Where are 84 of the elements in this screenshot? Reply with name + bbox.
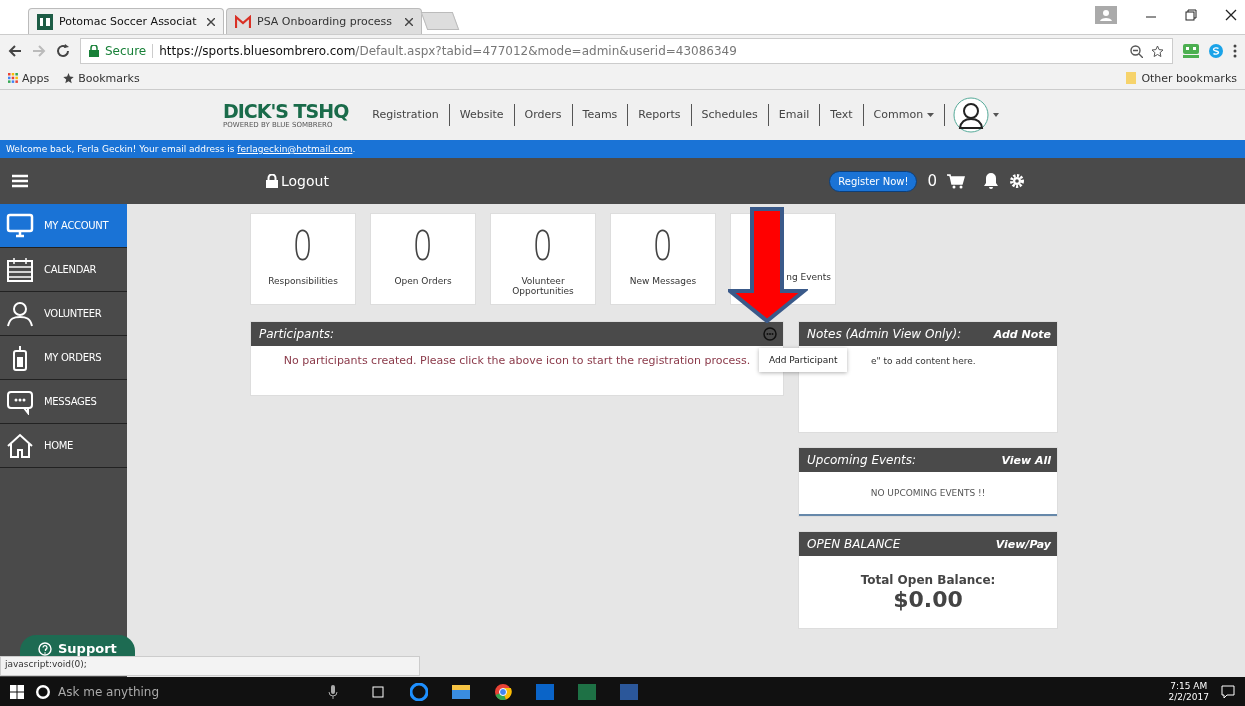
sidebar-item[interactable]: MY ORDERS [0, 336, 127, 380]
cart-count: 0 [927, 172, 937, 190]
nav-link[interactable]: Schedules [691, 104, 769, 126]
chrome-icon[interactable] [494, 683, 512, 701]
stat-tile[interactable]: 0 New Messages [610, 213, 716, 305]
empty-message: No participants created. Please click the above icon to start the registration process. [283, 354, 751, 367]
caret-icon [993, 113, 1000, 117]
panel-title: Upcoming Events: [807, 453, 917, 467]
task-view-icon[interactable] [370, 686, 386, 698]
back-icon[interactable] [8, 44, 22, 58]
close-icon[interactable] [405, 17, 413, 26]
register-button[interactable]: Register Now! [829, 170, 918, 192]
sidebar-item[interactable]: VOLUNTEER [0, 292, 127, 336]
zoom-out-icon[interactable] [1130, 44, 1143, 58]
nav-link[interactable]: Website [449, 104, 515, 126]
chat-icon [6, 388, 34, 415]
nav-link[interactable]: Orders [514, 104, 573, 126]
person-icon [6, 300, 34, 327]
close-icon[interactable] [207, 17, 215, 26]
folder-icon [1126, 72, 1137, 84]
browser-tab[interactable]: PSA Onboarding process [226, 8, 422, 34]
view-pay-link[interactable]: View/Pay [995, 537, 1051, 551]
notes-hint: e" to add content here. [871, 356, 976, 366]
add-note-link[interactable]: Add Note [993, 327, 1051, 341]
lock-icon [89, 45, 99, 57]
stat-tile[interactable]: 0 Volunteer Opportunities [490, 213, 596, 305]
panel-title: OPEN BALANCE [807, 537, 901, 551]
apps-bookmark[interactable]: Apps [8, 71, 50, 85]
secure-label: Secure [105, 44, 147, 58]
help-icon [38, 641, 52, 656]
empty-message: NO UPCOMING EVENTS !! [870, 488, 986, 498]
sidebar-item[interactable]: MY ACCOUNT [0, 204, 127, 248]
nav-link[interactable]: Reports [628, 104, 692, 126]
menu-icon[interactable] [1233, 44, 1237, 58]
nav-link[interactable]: Teams [572, 104, 629, 126]
taskbar-search[interactable]: Ask me anything [36, 685, 316, 699]
apps-icon [8, 73, 18, 83]
menu-icon[interactable] [12, 174, 28, 188]
site-logo-icon [37, 13, 53, 30]
lock-icon [266, 174, 278, 188]
extension-icon[interactable] [1183, 44, 1199, 58]
balance-amount: $0.00 [893, 586, 963, 612]
sidebar-item[interactable]: MESSAGES [0, 380, 127, 424]
star-icon[interactable] [1151, 44, 1164, 58]
welcome-message: Welcome back, Ferla Geckin! Your email address is ferlageckin@hotmail.com. [6, 144, 356, 154]
settings-icon[interactable] [1009, 173, 1025, 189]
view-all-link[interactable]: View All [1001, 453, 1051, 467]
cortana-icon [36, 685, 50, 699]
calendar-icon [6, 256, 34, 283]
nav-link[interactable]: Email [768, 104, 821, 126]
bookmarks-link[interactable]: Bookmarks [63, 71, 140, 85]
other-bookmarks[interactable]: Other bookmarks [1126, 71, 1237, 85]
clock[interactable]: 7:15 AM 2/2/2017 [1168, 681, 1209, 703]
sidebar-item[interactable]: HOME [0, 424, 127, 468]
avatar-icon [953, 97, 990, 133]
url-text: https://sports.bluesombrero.com/Default.aspx?tabid=477012&mode=admin&userid=43086349 [159, 44, 737, 58]
notification-icon[interactable] [1221, 685, 1235, 699]
nav-link[interactable]: Common [863, 104, 946, 126]
windows-icon[interactable] [10, 685, 24, 699]
stat-tile[interactable]: 0 Responsibilities [250, 213, 356, 305]
stat-tile[interactable]: 0 Open Orders [370, 213, 476, 305]
status-url: javascript:void(0); [0, 656, 420, 676]
balance-label: Total Open Balance: [860, 572, 996, 587]
cart-icon[interactable] [947, 173, 965, 189]
home-icon [6, 432, 34, 459]
close-icon[interactable] [1225, 9, 1237, 21]
avatar-menu[interactable] [953, 97, 1000, 133]
microphone-icon[interactable] [328, 685, 338, 699]
bell-icon[interactable] [983, 172, 999, 190]
address-field[interactable]: Secure https://sports.bluesombrero.com/Default.aspx?tabid=477012&mode=admin&userid=43086349 [80, 38, 1173, 64]
logout-link[interactable]: Logout [266, 173, 329, 189]
mail-icon [235, 14, 251, 29]
panel-title: Notes (Admin View Only): [807, 327, 962, 341]
sidebar-item[interactable]: CALENDAR [0, 248, 127, 292]
nav-link[interactable]: Registration [362, 104, 450, 126]
add-participant-menu-item[interactable]: Add Participant [759, 348, 848, 372]
restore-icon[interactable] [1185, 9, 1197, 21]
star-icon [63, 72, 75, 84]
skype-icon[interactable] [1209, 44, 1223, 58]
monitor-icon [6, 212, 34, 239]
browser-tab[interactable]: Potomac Soccer Associat [28, 8, 224, 34]
panel-title: Participants: [259, 327, 335, 341]
nav-link[interactable]: Text [820, 104, 864, 126]
reload-icon[interactable] [56, 44, 70, 58]
